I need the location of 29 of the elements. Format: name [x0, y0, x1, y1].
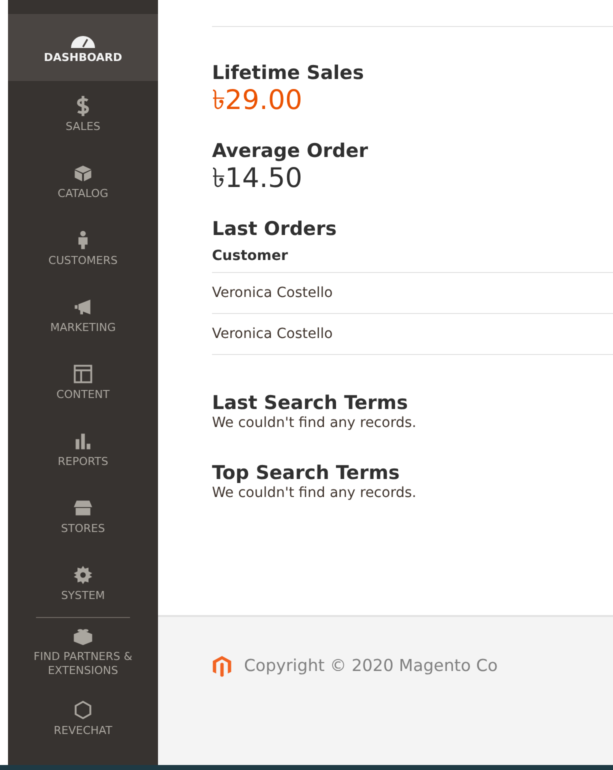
- column-header: Customer: [212, 248, 288, 264]
- nav-item[interactable]: CUSTOMERS: [8, 215, 158, 282]
- nav-item[interactable]: SYSTEM: [8, 550, 158, 617]
- nav-item[interactable]: REVECHAT: [8, 685, 158, 752]
- section-title: Top Search Terms: [212, 461, 401, 485]
- copyright-text: Copyright © 2020 Magento Co: [244, 655, 498, 677]
- nav-item[interactable]: FIND PARTNERS & EXTENSIONS: [8, 618, 158, 685]
- nav-item[interactable]: REPORTS: [8, 416, 158, 483]
- stat-value: ৳14.50: [212, 163, 304, 195]
- stat-value: ৳29.00: [212, 85, 304, 117]
- stat-title: Average Order: [212, 139, 369, 163]
- settings-icon: [72, 564, 94, 586]
- table-cell: Veronica Costello: [212, 285, 333, 301]
- nav-item[interactable]: CATALOG: [8, 148, 158, 215]
- stat-title: Lifetime Sales: [212, 61, 365, 85]
- section-title: Last Search Terms: [212, 391, 409, 415]
- section-title: Last Orders: [212, 217, 338, 241]
- gauge-icon: [71, 36, 95, 48]
- table-cell: Veronica Costello: [212, 326, 333, 342]
- empty-message: We couldn't find any records.: [212, 415, 418, 431]
- nav-item[interactable]: DASHBOARD: [8, 14, 158, 81]
- nav-item[interactable]: SALES: [8, 81, 158, 148]
- logo-icon: [212, 655, 232, 677]
- hexagon-icon: [72, 699, 94, 721]
- nav-item[interactable]: MARKETING: [8, 282, 158, 349]
- nav-item[interactable]: STORES: [8, 483, 158, 550]
- empty-message: We couldn't find any records.: [212, 485, 418, 501]
- layout-icon: [72, 363, 94, 385]
- nav-item[interactable]: CONTENT: [8, 349, 158, 416]
